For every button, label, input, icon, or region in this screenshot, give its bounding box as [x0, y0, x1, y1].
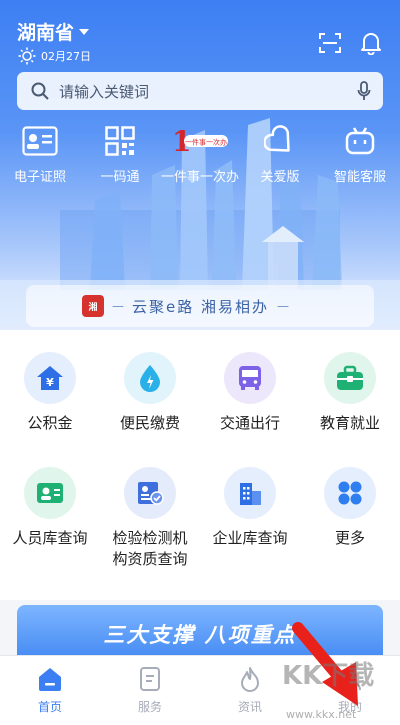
sun-icon: [18, 47, 36, 65]
quick-action-label: 智能客服: [333, 170, 386, 185]
service-grid: ¥ 公积金 便民缴费 交通出行 教育就业 人员库查询 检验检测机 构资质查询 企…: [0, 330, 400, 600]
service-icon-bg: [124, 467, 176, 519]
chevron-down-icon: [79, 28, 90, 35]
watermark-text: KK下载: [282, 661, 375, 691]
service-doc-icon: [140, 667, 160, 691]
service-icon-bg: [24, 467, 76, 519]
fire-icon: [241, 667, 259, 692]
certificate-icon: [138, 482, 164, 505]
more-grid-icon: [338, 481, 362, 505]
service-personnel-query[interactable]: 人员库查询: [0, 467, 100, 549]
bell-icon[interactable]: [360, 31, 382, 55]
tab-home[interactable]: 首页: [0, 664, 100, 715]
service-transport[interactable]: 交通出行: [200, 352, 300, 434]
tab-label: 资讯: [237, 700, 262, 714]
service-icon-bg: [324, 352, 376, 404]
slogan-strip: 湘 — 云聚e路 湘易相办 —: [26, 285, 374, 327]
service-label: 企业库查询: [212, 529, 288, 547]
service-icon-bg: ¥: [24, 352, 76, 404]
service-icon-bg: [224, 352, 276, 404]
service-label: 更多: [334, 529, 365, 547]
service-utility-payment[interactable]: 便民缴费: [100, 352, 200, 434]
svg-text:¥: ¥: [46, 376, 54, 389]
house-yen-icon: ¥: [37, 366, 63, 390]
service-inspection-qualification[interactable]: 检验检测机 构资质查询: [100, 467, 200, 570]
service-label: 便民缴费: [119, 414, 180, 432]
one-stop-logo-icon: 1 一件事一次办: [172, 125, 228, 157]
quick-action-one-stop[interactable]: 1 一件事一次办 一件事一次办: [160, 122, 240, 185]
date-text: 02月27日: [41, 50, 91, 63]
service-icon-bg: [124, 352, 176, 404]
service-label: 检验检测机 构资质查询: [112, 529, 188, 568]
quick-action-one-code[interactable]: 一码通: [80, 122, 160, 185]
heart-care-icon: [264, 125, 290, 152]
tab-label: 服务: [137, 700, 162, 714]
quick-action-label: 一码通: [100, 170, 140, 185]
quick-action-label: 电子证照: [13, 170, 66, 185]
quick-action-label: 一件事一次办: [160, 170, 239, 185]
quick-action-label: 关爱版: [260, 170, 300, 185]
scan-icon[interactable]: [318, 32, 342, 54]
quick-action-smart-service[interactable]: 智能客服: [320, 122, 400, 185]
service-icon-bg: [224, 467, 276, 519]
bus-icon: [239, 366, 261, 390]
service-label: 人员库查询: [12, 529, 88, 547]
briefcase-icon: [337, 365, 363, 390]
tab-label: 首页: [37, 700, 62, 714]
search-input[interactable]: 请输入关键词: [17, 72, 383, 110]
home-icon: [39, 668, 61, 691]
slogan-dash: —: [277, 299, 289, 313]
xiang-logo-icon: 湘: [82, 295, 104, 317]
quick-action-care-mode[interactable]: 关爱版: [240, 122, 320, 185]
person-card-icon: [37, 483, 63, 503]
province-label: 湖南省: [17, 22, 75, 44]
search-placeholder: 请输入关键词: [59, 82, 150, 101]
slogan-text: 云聚e路 湘易相办: [132, 297, 269, 316]
robot-icon: [345, 127, 375, 155]
service-housing-fund[interactable]: ¥ 公积金: [0, 352, 100, 434]
water-drop-icon: [140, 365, 160, 392]
hero-banner: 湖南省 02月27日 请输入关键词 电子证照 一码通 1 一件事一次办 一件事一…: [0, 0, 400, 330]
tab-service[interactable]: 服务: [100, 664, 200, 715]
id-card-icon: [22, 126, 58, 156]
watermark-url: www.kkx.net: [286, 708, 357, 721]
quick-action-e-license[interactable]: 电子证照: [0, 122, 80, 185]
service-label: 教育就业: [319, 414, 380, 432]
province-selector[interactable]: 湖南省: [17, 18, 90, 45]
microphone-icon[interactable]: [357, 81, 371, 101]
service-education-employment[interactable]: 教育就业: [300, 352, 400, 434]
service-label: 交通出行: [219, 414, 280, 432]
search-icon: [31, 82, 49, 100]
weather-date: 02月27日: [18, 47, 91, 65]
one-stop-logo-text: 一件事一次办: [185, 138, 227, 147]
building-icon: [240, 483, 261, 505]
qr-code-icon: [105, 126, 135, 156]
slogan-dash: —: [112, 299, 124, 313]
service-icon-bg: [324, 467, 376, 519]
service-label: 公积金: [27, 414, 73, 432]
service-more[interactable]: 更多: [300, 467, 400, 549]
service-enterprise-query[interactable]: 企业库查询: [200, 467, 300, 549]
